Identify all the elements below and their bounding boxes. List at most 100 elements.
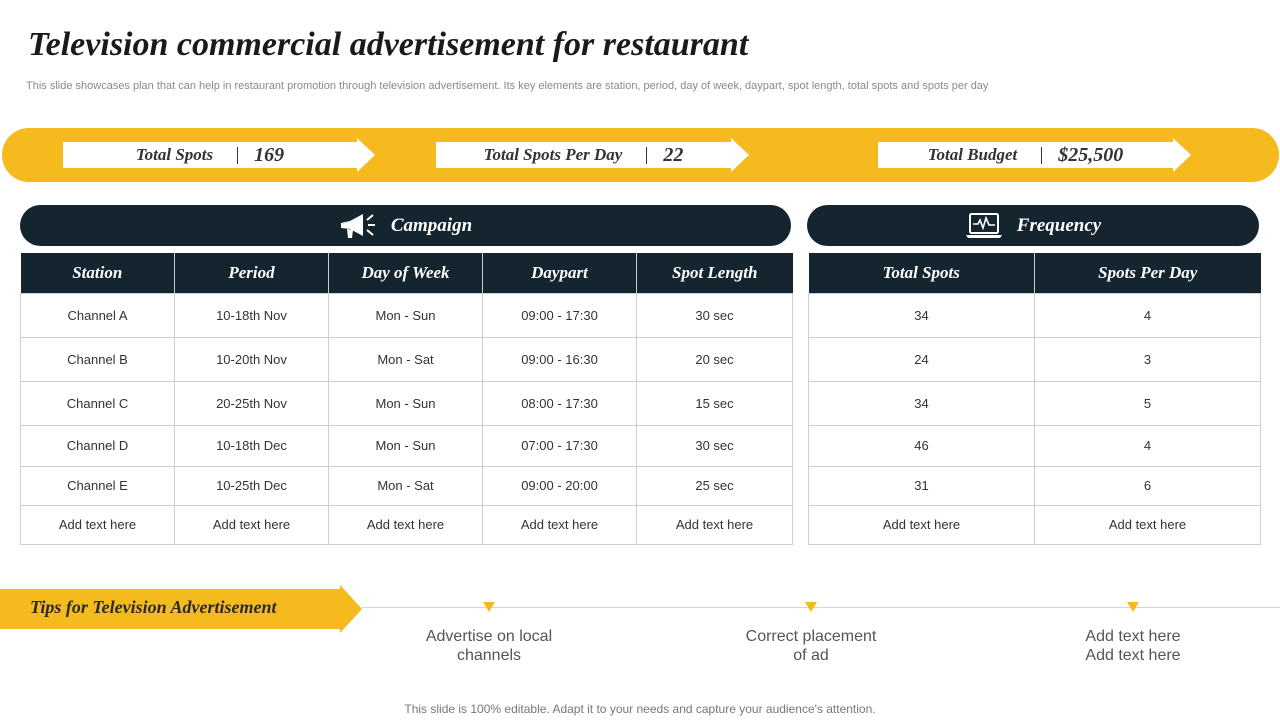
table-cell: 6: [1034, 465, 1261, 506]
table-cell: Channel B: [20, 336, 175, 382]
column-header: Spots Per Day: [1034, 253, 1261, 293]
arrow-tip: [731, 138, 749, 172]
summary-divider: [646, 146, 648, 164]
table-cell: 30 sec: [636, 424, 793, 467]
table-cell: 07:00 - 17:30: [482, 424, 637, 467]
tip-line: Correct placement: [745, 628, 877, 645]
page-title: Television commercial advertisement for …: [28, 26, 749, 63]
arrow-tip: [357, 138, 375, 172]
table-row: Channel A 10-18th Nov Mon - Sun 09:00 - …: [20, 292, 793, 338]
table-cell: Mon - Sat: [328, 336, 483, 382]
megaphone-icon: [340, 213, 375, 238]
table-cell: 24: [808, 336, 1035, 382]
tips-arrow-tip: [340, 585, 362, 633]
table-cell: 30 sec: [636, 292, 793, 338]
table-cell: Mon - Sat: [328, 465, 483, 506]
tips-timeline: [362, 607, 1280, 608]
summary-value: $25,500: [1058, 143, 1124, 166]
arrow-tip: [1173, 138, 1191, 172]
table-row: 24 3: [808, 336, 1261, 382]
campaign-heading: Campaign: [390, 214, 473, 236]
table-cell: 09:00 - 16:30: [482, 336, 637, 382]
table-cell: Add text here: [328, 504, 483, 545]
table-cell: Add text here: [1034, 504, 1261, 545]
tip-line: Advertise on local: [425, 628, 553, 645]
summary-label: Total Spots: [135, 145, 214, 164]
table-row: Channel B 10-20th Nov Mon - Sat 09:00 - …: [20, 336, 793, 382]
table-cell: Channel D: [20, 424, 175, 467]
table-row: Add text here Add text here: [808, 504, 1261, 545]
table-cell: 20-25th Nov: [174, 380, 329, 426]
triangle-marker-icon: [805, 602, 817, 612]
table-cell: 10-20th Nov: [174, 336, 329, 382]
triangle-marker-icon: [1127, 602, 1139, 612]
table-cell: Channel E: [20, 465, 175, 506]
table-cell: Mon - Sun: [328, 292, 483, 338]
table-row: 46 4: [808, 424, 1261, 467]
table-cell: Add text here: [636, 504, 793, 545]
table-cell: 20 sec: [636, 336, 793, 382]
table-cell: Channel C: [20, 380, 175, 426]
table-row: 34 4: [808, 292, 1261, 338]
table-header-row: Total Spots Spots Per Day: [808, 253, 1261, 293]
tip-item: Correct placement of ad: [711, 627, 911, 665]
tip-item: Advertise on local channels: [389, 627, 589, 665]
tip-line: of ad: [793, 647, 829, 664]
summary-total-spots: Total Spots 169: [63, 138, 375, 172]
table-cell: 3: [1034, 336, 1261, 382]
summary-label: Total Budget: [927, 145, 1018, 164]
tip-line: channels: [456, 647, 522, 664]
summary-value: 22: [663, 143, 684, 166]
column-header: Spot Length: [636, 253, 793, 293]
table-cell: 25 sec: [636, 465, 793, 506]
summary-label: Total Spots Per Day: [483, 145, 623, 164]
table-row: Channel C 20-25th Nov Mon - Sun 08:00 - …: [20, 380, 793, 426]
table-cell: 08:00 - 17:30: [482, 380, 637, 426]
column-header: Day of Week: [328, 253, 483, 293]
tip-line: Add text here: [1085, 647, 1181, 664]
table-cell: 09:00 - 17:30: [482, 292, 637, 338]
frequency-header: Frequency: [807, 205, 1259, 246]
summary-divider: [237, 146, 239, 164]
table-row: Channel E 10-25th Dec Mon - Sat 09:00 - …: [20, 465, 793, 506]
table-cell: Add text here: [174, 504, 329, 545]
table-cell: 10-18th Nov: [174, 292, 329, 338]
table-header-row: Station Period Day of Week Daypart Spot …: [20, 253, 793, 293]
summary-divider: [1041, 146, 1043, 164]
table-cell: 34: [808, 292, 1035, 338]
tip-item: Add text here Add text here: [1033, 627, 1233, 665]
table-cell: Mon - Sun: [328, 424, 483, 467]
table-cell: 46: [808, 424, 1035, 467]
triangle-marker-icon: [483, 602, 495, 612]
table-cell: Add text here: [20, 504, 175, 545]
column-header: Total Spots: [808, 253, 1035, 293]
table-cell: Add text here: [482, 504, 637, 545]
table-cell: Add text here: [808, 504, 1035, 545]
table-row: 31 6: [808, 465, 1261, 506]
table-cell: 10-18th Dec: [174, 424, 329, 467]
table-cell: 5: [1034, 380, 1261, 426]
table-cell: 4: [1034, 292, 1261, 338]
tip-line: Add text here: [1085, 628, 1181, 645]
table-cell: 15 sec: [636, 380, 793, 426]
summary-total-budget: Total Budget $25,500: [878, 138, 1191, 172]
table-cell: Mon - Sun: [328, 380, 483, 426]
frequency-heading: Frequency: [1016, 214, 1102, 236]
campaign-header: Campaign: [20, 205, 791, 246]
column-header: Daypart: [482, 253, 637, 293]
footer-note: This slide is 100% editable. Adapt it to…: [404, 702, 876, 716]
page-subtitle: This slide showcases plan that can help …: [26, 80, 989, 92]
table-cell: Channel A: [20, 292, 175, 338]
table-cell: 34: [808, 380, 1035, 426]
table-cell: 10-25th Dec: [174, 465, 329, 506]
summary-value: 169: [254, 143, 285, 166]
table-cell: 31: [808, 465, 1035, 506]
table-cell: 4: [1034, 424, 1261, 467]
table-row: Add text here Add text here Add text her…: [20, 504, 793, 545]
table-row: Channel D 10-18th Dec Mon - Sun 07:00 - …: [20, 424, 793, 467]
summary-spots-per-day: Total Spots Per Day 22: [436, 138, 749, 172]
column-header: Station: [20, 253, 175, 293]
table-row: 34 5: [808, 380, 1261, 426]
column-header: Period: [174, 253, 329, 293]
campaign-table: Station Period Day of Week Daypart Spot …: [20, 253, 793, 545]
